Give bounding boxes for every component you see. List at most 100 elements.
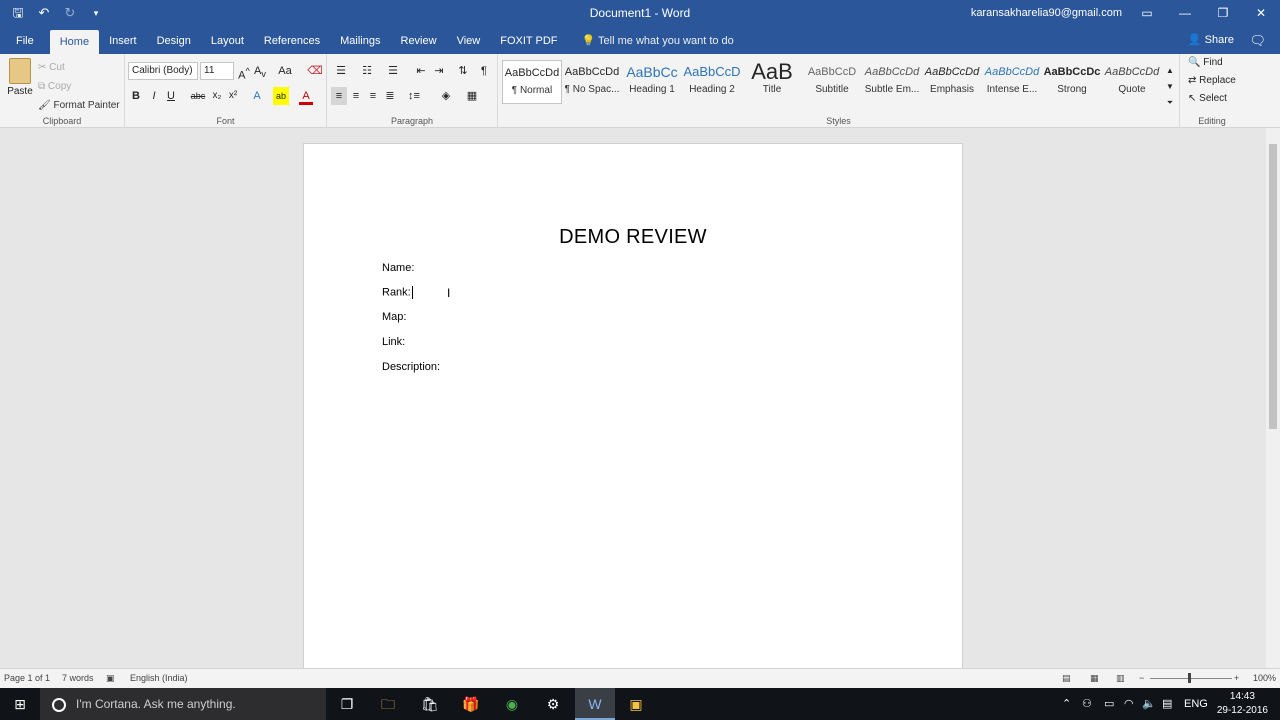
tell-me-box[interactable]: 💡 Tell me what you want to do [567,28,733,54]
change-case-icon[interactable]: Aa [275,62,295,80]
borders-icon[interactable]: ▦ [461,87,483,105]
tab-insert[interactable]: Insert [99,28,147,54]
proofing-icon[interactable]: ▣ [106,673,115,684]
zoom-out-icon[interactable]: − [1139,673,1144,683]
tab-foxit-pdf[interactable]: FOXIT PDF [490,28,567,54]
close-icon[interactable]: ✕ [1242,0,1280,28]
document-page[interactable]: DEMO REVIEW Name: Rank: I Map: Link: Des… [303,143,963,673]
print-layout-icon[interactable]: ▦ [1090,673,1099,684]
web-layout-icon[interactable]: ▥ [1116,673,1125,684]
gift-app-icon[interactable]: 🎁 [451,688,491,720]
copy-button[interactable]: ⧉ Copy [38,77,120,96]
windows-start-icon[interactable]: ⊞ [0,688,40,720]
field-rank[interactable]: Rank: [382,286,413,299]
style-intense-emphasis[interactable]: AaBbCcDd Intense E... [982,60,1042,104]
decrease-indent-icon[interactable]: ⇤ [413,62,429,80]
ribbon-display-icon[interactable]: ▭ [1128,0,1166,28]
style-title[interactable]: AaB Title [742,60,802,104]
font-size-box[interactable]: 11 [200,62,234,80]
read-mode-icon[interactable]: ▤ [1062,673,1071,684]
find-button[interactable]: 🔍 Find [1188,57,1223,75]
sort-icon[interactable]: ⇅ [455,62,471,80]
shading-icon[interactable]: ◈ [437,87,455,105]
clock[interactable]: 14:43 29-12-2016 [1217,690,1268,718]
font-color-icon[interactable]: A [299,87,313,105]
multilevel-list-icon[interactable]: ☰ [383,62,403,80]
scroll-thumb[interactable] [1269,144,1277,429]
file-explorer-icon[interactable]: 🗀 [368,688,408,720]
tab-design[interactable]: Design [147,28,201,54]
battery-icon[interactable]: ▭ [1104,688,1114,720]
zoom-slider[interactable] [1150,678,1232,679]
increase-indent-icon[interactable]: ⇥ [431,62,447,80]
style-subtle-emphasis[interactable]: AaBbCcDd Subtle Em... [862,60,922,104]
justify-icon[interactable]: ≣ [382,87,398,105]
style-heading-1[interactable]: AaBbCc Heading 1 [622,60,682,104]
paste-button[interactable]: Paste [6,58,34,97]
align-left-icon[interactable]: ≡ [331,87,347,105]
word-count[interactable]: 7 words [62,673,94,683]
zoom-in-icon[interactable]: + [1234,673,1239,683]
bullets-icon[interactable]: ☰ [331,62,351,80]
style-strong[interactable]: AaBbCcDc Strong [1042,60,1102,104]
style-subtitle[interactable]: AaBbCcD Subtitle [802,60,862,104]
style-normal[interactable]: AaBbCcDd ¶ Normal [502,60,562,104]
style-heading-2[interactable]: AaBbCcD Heading 2 [682,60,742,104]
language-tray[interactable]: ENG [1184,688,1208,720]
tab-review[interactable]: Review [391,28,447,54]
italic-button[interactable]: I [147,87,161,105]
vertical-scrollbar[interactable] [1266,128,1280,668]
share-button[interactable]: 👤 Share [1188,33,1234,46]
account-name[interactable]: karansakharelia90@gmail.com [971,7,1122,19]
replace-button[interactable]: ⇄ Replace [1188,75,1236,93]
minimize-icon[interactable]: — [1166,0,1204,28]
task-view-icon[interactable]: ❐ [327,688,367,720]
zoom-slider-handle[interactable] [1188,673,1191,683]
field-name[interactable]: Name: [382,262,414,274]
people-icon[interactable]: ⚇ [1082,688,1092,720]
styles-more-icon[interactable]: ⏷ [1164,94,1176,112]
chrome-icon[interactable]: ◉ [492,688,532,720]
style-no-spacing[interactable]: AaBbCcDd ¶ No Spac... [562,60,622,104]
clear-formatting-icon[interactable]: ⌫ [307,62,323,80]
zoom-level[interactable]: 100% [1253,673,1276,683]
show-formatting-icon[interactable]: ¶ [477,62,491,80]
align-center-icon[interactable]: ≡ [348,87,364,105]
document-heading[interactable]: DEMO REVIEW [304,226,962,249]
tab-mailings[interactable]: Mailings [330,28,390,54]
grow-font-icon[interactable]: A^ [237,62,251,82]
store-icon[interactable]: 🛍 [410,688,450,720]
line-spacing-icon[interactable]: ↕≡ [403,87,425,105]
shrink-font-icon[interactable]: Av [253,62,267,80]
format-painter-button[interactable]: 🖌 Format Painter [38,96,120,115]
game-app-icon[interactable]: ▣ [616,688,656,720]
tray-chevron-icon[interactable]: ⌃ [1062,688,1071,720]
subscript-button[interactable]: x₂ [209,87,225,105]
text-effects-icon[interactable]: A [249,87,265,105]
page-count[interactable]: Page 1 of 1 [4,673,50,683]
cortana-search-box[interactable]: I'm Cortana. Ask me anything. [40,688,326,720]
steam-icon[interactable]: ⚙ [533,688,573,720]
tab-home[interactable]: Home [49,30,100,54]
tab-view[interactable]: View [447,28,491,54]
tab-layout[interactable]: Layout [201,28,254,54]
cut-button[interactable]: ✂ Cut [38,58,120,77]
bold-button[interactable]: B [129,87,143,105]
style-quote[interactable]: AaBbCcDd Quote [1102,60,1162,104]
superscript-button[interactable]: x² [225,87,241,105]
comments-icon[interactable]: 🗨 [1249,33,1266,49]
word-icon[interactable]: W [575,688,615,720]
wifi-icon[interactable]: ◠ [1124,688,1134,720]
volume-icon[interactable]: 🔈 [1142,688,1156,720]
field-map[interactable]: Map: [382,311,406,323]
highlight-icon[interactable]: ab [273,87,289,105]
field-description[interactable]: Description: [382,361,440,373]
select-button[interactable]: ↖ Select [1188,93,1227,111]
tab-references[interactable]: References [254,28,330,54]
tab-file[interactable]: File [0,28,50,54]
strikethrough-button[interactable]: abc [187,87,209,105]
underline-button[interactable]: U [164,87,178,105]
style-emphasis[interactable]: AaBbCcDd Emphasis [922,60,982,104]
language-indicator[interactable]: English (India) [130,673,188,683]
maximize-icon[interactable]: ❐ [1204,0,1242,28]
